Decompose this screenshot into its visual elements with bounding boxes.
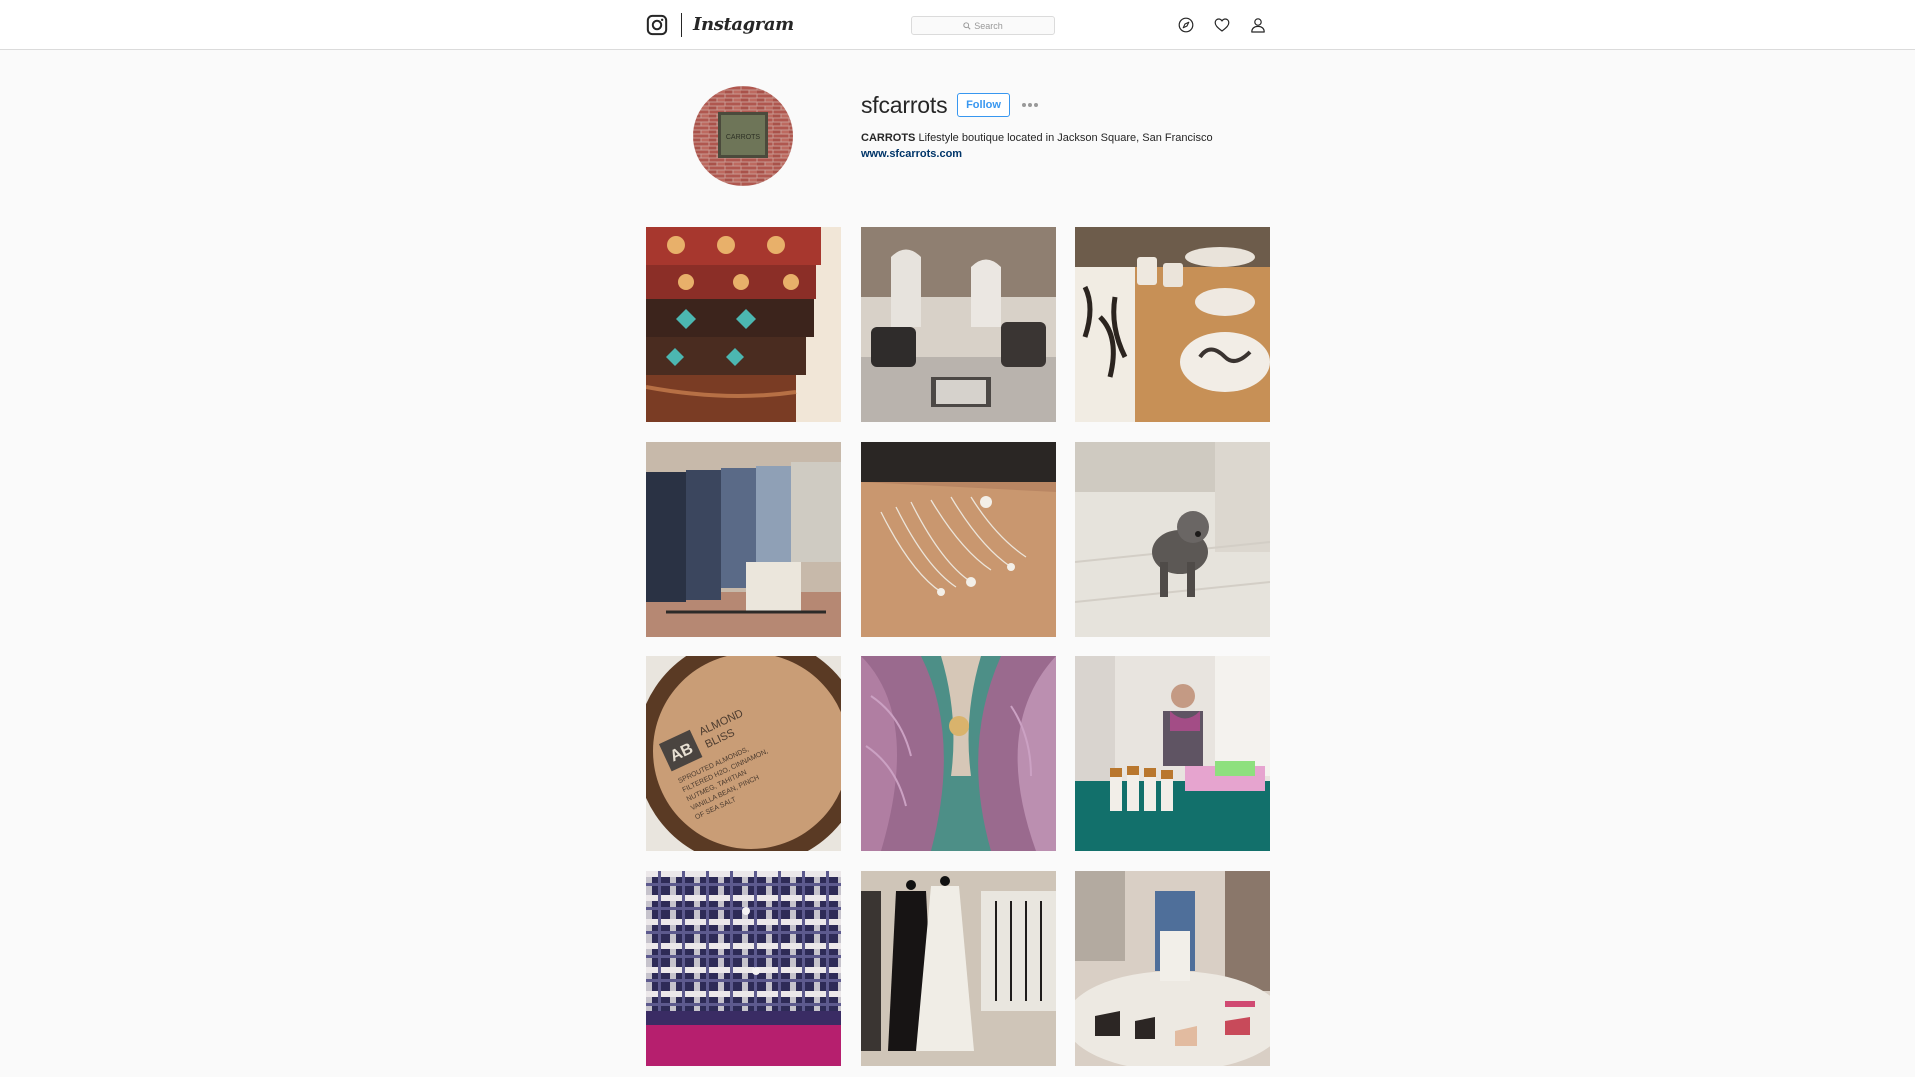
post-image-belts — [646, 227, 841, 422]
post-thumbnail[interactable] — [860, 227, 1056, 422]
bio-name: CARROTS — [861, 132, 916, 144]
activity-button[interactable] — [1214, 17, 1230, 33]
post-image-scarf — [860, 656, 1056, 851]
heart-icon — [1214, 18, 1230, 32]
post-thumbnail[interactable] — [646, 441, 841, 637]
ellipsis-icon — [1022, 103, 1026, 107]
post-thumbnail[interactable]: AB ALMOND BLISS SPROUTED ALMONDS, FILTER… — [646, 656, 841, 851]
avatar-image: CARROTS — [693, 86, 793, 186]
nav-icon-group — [1178, 17, 1266, 33]
logo-divider — [681, 13, 682, 37]
post-thumbnail[interactable] — [1075, 441, 1270, 637]
post-image-almond-bliss-cap: AB ALMOND BLISS SPROUTED ALMONDS, FILTER… — [646, 656, 841, 851]
profile-website-link[interactable]: www.sfcarrots.com — [861, 147, 962, 161]
post-image-necklaces — [860, 441, 1056, 637]
instagram-wordmark: Instagram — [693, 14, 794, 35]
post-thumbnail[interactable] — [860, 656, 1056, 851]
more-options-button[interactable] — [1019, 96, 1041, 114]
post-image-woman-table — [1075, 656, 1270, 851]
post-image-ceramics — [1075, 227, 1270, 422]
post-thumbnail[interactable] — [860, 441, 1056, 637]
post-image-plaid — [646, 870, 841, 1066]
instagram-logo[interactable]: Instagram — [646, 13, 794, 37]
instagram-glyph-icon — [646, 14, 668, 36]
profile-button[interactable] — [1250, 17, 1266, 33]
profile-avatar[interactable]: CARROTS — [693, 86, 793, 186]
explore-button[interactable] — [1178, 17, 1194, 33]
post-image-display — [860, 227, 1056, 422]
post-image-jeans — [646, 441, 841, 637]
post-thumbnail[interactable] — [646, 227, 841, 422]
search-input[interactable]: Search — [911, 16, 1055, 35]
profile-bio: CARROTS Lifestyle boutique located in Ja… — [861, 131, 1213, 145]
search-icon — [963, 21, 971, 30]
post-thumbnail[interactable] — [646, 870, 841, 1066]
posts-grid: AB ALMOND BLISS SPROUTED ALMONDS, FILTER… — [646, 227, 1270, 1066]
post-thumbnail[interactable] — [1075, 870, 1270, 1066]
avatar-sign-text: CARROTS — [726, 134, 761, 141]
post-thumbnail[interactable] — [1075, 227, 1270, 422]
bio-text: Lifestyle boutique located in Jackson Sq… — [915, 132, 1213, 144]
post-image-dog — [1075, 441, 1270, 637]
post-image-dresses — [860, 870, 1056, 1066]
post-thumbnail[interactable] — [1075, 656, 1270, 851]
post-image-shoes — [1075, 870, 1270, 1066]
compass-icon — [1178, 17, 1194, 33]
top-navigation-bar: Instagram Search — [0, 0, 1915, 50]
profile-username: sfcarrots — [861, 92, 948, 118]
search-placeholder: Search — [974, 20, 1003, 31]
profile-icon — [1251, 18, 1265, 33]
post-thumbnail[interactable] — [860, 870, 1056, 1066]
follow-button[interactable]: Follow — [957, 93, 1010, 117]
